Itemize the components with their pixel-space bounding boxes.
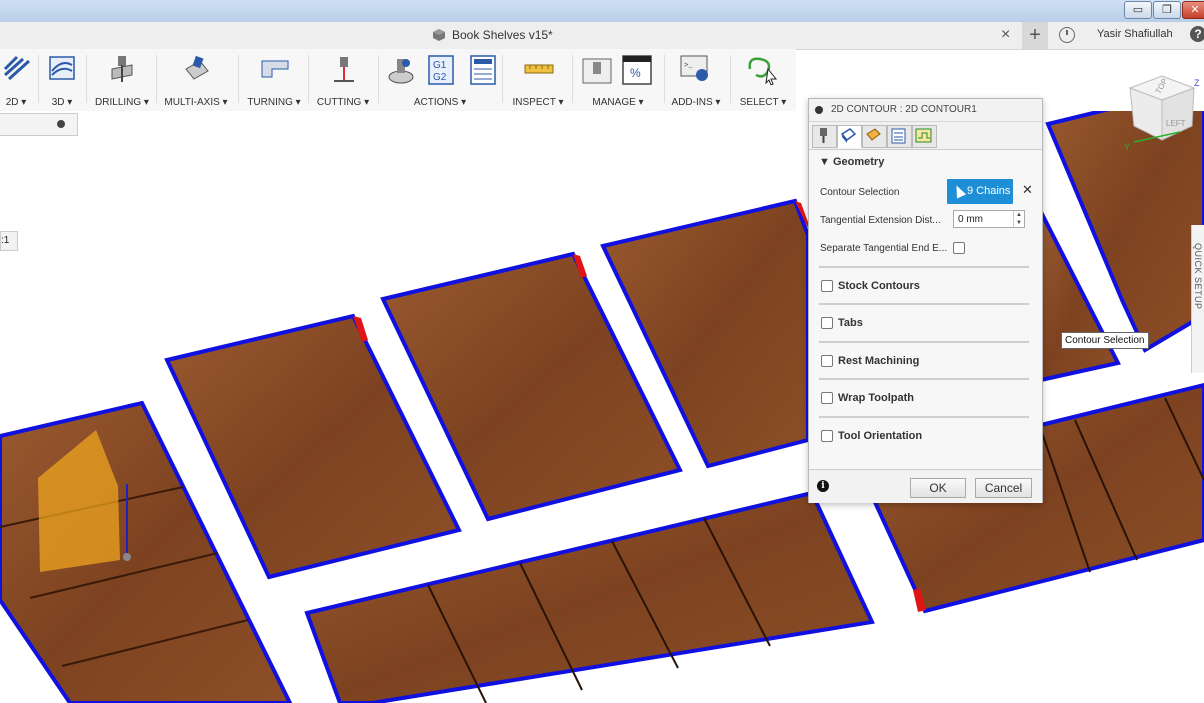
- separate-tangential-label: Separate Tangential End E...: [820, 243, 948, 254]
- dialog-title: 2D CONTOUR : 2D CONTOUR1: [831, 104, 977, 115]
- svg-text:G1: G1: [433, 60, 447, 71]
- cursor-arrow-icon: [951, 183, 967, 199]
- geometry-icon: [840, 128, 857, 143]
- toolbar-drilling[interactable]: DRILLING ▾: [92, 49, 152, 111]
- stock-contours-label: Stock Contours: [838, 280, 920, 292]
- job-status-icon[interactable]: [1059, 27, 1075, 43]
- dialog-tabs: [809, 122, 1042, 149]
- svg-text:%: %: [630, 66, 641, 80]
- minimize-button[interactable]: ▭: [1124, 1, 1152, 19]
- geometry-group[interactable]: ▼ Geometry: [819, 156, 884, 168]
- tab-passes[interactable]: [887, 125, 912, 148]
- component-icon: [433, 29, 445, 41]
- tooltip: Contour Selection: [1061, 332, 1149, 349]
- document-title: Book Shelves v15*: [452, 28, 553, 42]
- post-process-icon: G1 G2: [428, 55, 454, 85]
- svg-text:LEFT: LEFT: [1166, 119, 1186, 128]
- tab-geometry[interactable]: [837, 125, 862, 148]
- separate-tangential-checkbox[interactable]: [953, 242, 965, 254]
- viewcube[interactable]: TOP LEFT Y Z: [1120, 68, 1204, 158]
- toolbar-cutting[interactable]: CUTTING ▾: [314, 49, 372, 111]
- tool-library-icon: [582, 58, 612, 84]
- svg-text:Y: Y: [1124, 142, 1130, 152]
- toolbar-turning[interactable]: TURNING ▾: [244, 49, 304, 111]
- info-icon[interactable]: i: [817, 480, 829, 492]
- triangle-down-icon: ▼: [819, 156, 830, 168]
- new-tab-button[interactable]: +: [1022, 22, 1048, 49]
- simulate-icon: [388, 59, 414, 84]
- 2d-milling-icon: [3, 55, 31, 81]
- turning-icon: [261, 60, 289, 78]
- heights-icon: [866, 128, 881, 141]
- toolbar-inspect[interactable]: INSPECT ▾: [508, 49, 568, 111]
- tab-heights[interactable]: [862, 125, 887, 148]
- cam-toolbar: 2D ▾ 3D ▾ DRILLING ▾ MULTI-AXIS ▾ TURNIN…: [0, 49, 796, 111]
- contour-dialog: 2D CONTOUR : 2D CONTOUR1 ▼ Geometry Cont…: [808, 98, 1043, 503]
- document-tab[interactable]: Book Shelves v15* ×: [0, 22, 1020, 49]
- setup-sheet-icon: [470, 55, 496, 85]
- cutting-icon: [334, 57, 354, 82]
- close-tab-icon[interactable]: ×: [1001, 26, 1010, 44]
- ok-button[interactable]: OK: [910, 478, 966, 498]
- dialog-body: ▼ Geometry Contour Selection 9 Chains ✕ …: [809, 149, 1042, 470]
- toolbar-add-ins[interactable]: >_ ADD-INS ▾: [668, 49, 724, 111]
- toolbar-select[interactable]: SELECT ▾: [736, 49, 790, 111]
- tool-orientation-label: Tool Orientation: [838, 430, 923, 442]
- wrap-toolpath-checkbox[interactable]: [821, 392, 833, 404]
- close-window-button[interactable]: ✕: [1182, 1, 1204, 19]
- passes-icon: [891, 128, 906, 144]
- quick-setup-panel[interactable]: QUICK SETUP: [1191, 225, 1204, 373]
- os-title-bar: ▭ ❐ ✕: [0, 0, 1204, 23]
- restore-button[interactable]: ❐: [1153, 1, 1181, 19]
- toolbar-2d[interactable]: 2D ▾: [0, 49, 32, 111]
- tangential-extension-input[interactable]: 0 mm ▲ ▼: [953, 210, 1025, 228]
- contour-selection-label: Contour Selection: [820, 187, 900, 198]
- divider: [819, 416, 1029, 418]
- dialog-header[interactable]: 2D CONTOUR : 2D CONTOUR1: [809, 99, 1042, 122]
- divider: [819, 303, 1029, 305]
- toolbar-3d[interactable]: 3D ▾: [44, 49, 80, 111]
- svg-text:G2: G2: [433, 72, 447, 83]
- select-icon: [748, 57, 778, 85]
- spinner-icon[interactable]: ▲ ▼: [1013, 211, 1024, 227]
- toolbar-multi-axis[interactable]: MULTI-AXIS ▾: [160, 49, 232, 111]
- dialog-footer: i OK Cancel: [809, 469, 1042, 503]
- rest-machining-label: Rest Machining: [838, 355, 920, 367]
- clear-selection-icon[interactable]: ✕: [1022, 182, 1033, 198]
- tab-tool[interactable]: [812, 125, 837, 148]
- divider: [819, 266, 1029, 268]
- drill-icon: [111, 56, 133, 82]
- measure-icon: [524, 64, 554, 74]
- linking-icon: [915, 128, 932, 143]
- svg-text:Z: Z: [1194, 78, 1200, 88]
- tangential-extension-label: Tangential Extension Dist...: [820, 215, 941, 226]
- tool-orientation-checkbox[interactable]: [821, 430, 833, 442]
- tabs-label: Tabs: [838, 317, 863, 329]
- collapse-dialog-icon[interactable]: [815, 106, 823, 114]
- toolbar-actions[interactable]: G1 G2 ACTIONS ▾: [384, 49, 496, 111]
- contour-selection-button[interactable]: 9 Chains: [947, 179, 1013, 204]
- user-name[interactable]: Yasir Shafiullah: [1097, 28, 1173, 40]
- divider: [819, 378, 1029, 380]
- manage-icon: %: [622, 55, 652, 85]
- browser-panel-header: [0, 113, 78, 136]
- tool-icon: [820, 128, 827, 143]
- scale-label: :1: [0, 231, 18, 251]
- svg-text:>_: >_: [684, 62, 693, 70]
- multi-axis-icon: [185, 55, 209, 80]
- add-ins-icon: >_: [680, 55, 708, 81]
- cancel-button[interactable]: Cancel: [975, 478, 1032, 498]
- help-icon[interactable]: ?: [1190, 26, 1204, 42]
- tab-linking[interactable]: [912, 125, 937, 148]
- collapse-icon[interactable]: [57, 120, 65, 128]
- rest-machining-checkbox[interactable]: [821, 355, 833, 367]
- 3d-milling-icon: [49, 56, 75, 80]
- stock-contours-checkbox[interactable]: [821, 280, 833, 292]
- wrap-toolpath-label: Wrap Toolpath: [838, 392, 914, 404]
- tabs-checkbox[interactable]: [821, 317, 833, 329]
- divider: [819, 341, 1029, 343]
- toolbar-manage[interactable]: % MANAGE ▾: [578, 49, 658, 111]
